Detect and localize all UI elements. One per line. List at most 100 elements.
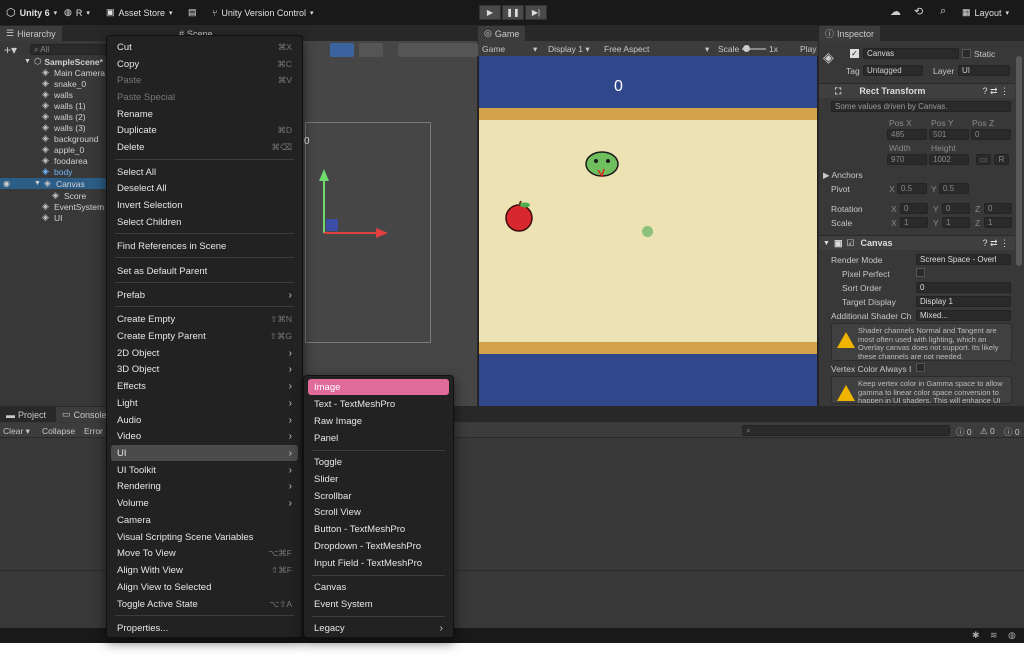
- submenu-item-button-tmp[interactable]: Button - TextMeshPro: [308, 521, 449, 537]
- list-item[interactable]: ◈ walls (1): [42, 100, 86, 111]
- menu-item-ui[interactable]: UI ›: [111, 445, 298, 461]
- grid-toggle[interactable]: [359, 43, 383, 57]
- error-pause-button[interactable]: Error: [84, 426, 103, 436]
- submenu-item-toggle[interactable]: Toggle: [308, 454, 449, 470]
- clear-button[interactable]: Clear ▾: [3, 426, 30, 437]
- component-menu-icon[interactable]: ? ⇄ ⋮: [982, 86, 1009, 97]
- pivot-x-field[interactable]: 0.5: [897, 183, 927, 194]
- pause-button[interactable]: ❚❚: [502, 5, 524, 20]
- list-item[interactable]: ◈ walls: [42, 89, 73, 100]
- version-control-button[interactable]: ⑂ Unity Version Control ▾: [212, 4, 313, 21]
- menu-item-select-all[interactable]: Select All: [111, 164, 298, 180]
- menu-item-move-to-view[interactable]: Move To View ⌥⌘F: [111, 545, 298, 561]
- pixel-perfect-checkbox[interactable]: [916, 268, 925, 277]
- list-item[interactable]: ◈ foodarea: [42, 155, 88, 166]
- component-menu-icon[interactable]: ? ⇄ ⋮: [982, 238, 1009, 249]
- width-field[interactable]: 970: [887, 154, 927, 165]
- pivot-y-field[interactable]: 0.5: [939, 183, 969, 194]
- pos-z-field[interactable]: 0: [971, 129, 1011, 140]
- list-item[interactable]: ◈ apple_0: [42, 144, 84, 155]
- active-checkbox[interactable]: ✓: [850, 49, 859, 58]
- menu-item-audio[interactable]: Audio ›: [111, 412, 298, 428]
- list-item[interactable]: ◈ UI: [42, 212, 63, 223]
- submenu-item-panel[interactable]: Panel: [308, 430, 449, 446]
- step-button[interactable]: ▶|: [525, 5, 547, 20]
- game-mode-dropdown[interactable]: Game: [482, 44, 505, 54]
- menu-item-invert-selection[interactable]: Invert Selection: [111, 197, 298, 213]
- tab-game[interactable]: ◎ Game: [478, 26, 526, 41]
- scale-x-field[interactable]: 1: [900, 217, 928, 228]
- search-icon[interactable]: ⌕: [940, 5, 946, 18]
- tag-dropdown[interactable]: Untagged: [863, 65, 923, 76]
- layer-dropdown[interactable]: UI: [958, 65, 1010, 76]
- bug-icon[interactable]: ✱: [972, 630, 980, 641]
- play-focus-dropdown[interactable]: Play: [800, 44, 817, 54]
- menu-item-rename[interactable]: Rename: [111, 106, 298, 122]
- menu-item-delete[interactable]: Delete ⌘⌫: [111, 139, 298, 155]
- raw-edit-button[interactable]: R: [994, 154, 1009, 165]
- layers-icon[interactable]: ≋: [990, 630, 998, 641]
- submenu-item-raw-image[interactable]: Raw Image: [308, 413, 449, 429]
- asset-store-button[interactable]: ▣ Asset Store ▾: [106, 4, 173, 21]
- menu-item-effects[interactable]: Effects ›: [111, 378, 298, 394]
- move-gizmo[interactable]: [300, 165, 395, 245]
- scale-slider-thumb[interactable]: [743, 45, 750, 52]
- menu-item-volume[interactable]: Volume ›: [111, 495, 298, 511]
- anchors-foldout[interactable]: ▶ Anchors: [823, 170, 863, 181]
- visibility-toggle[interactable]: ◉: [3, 178, 10, 189]
- menu-item-ui-toolkit[interactable]: UI Toolkit ›: [111, 462, 298, 478]
- tab-inspector[interactable]: ⓘ Inspector: [819, 26, 881, 41]
- submenu-item-image[interactable]: Image: [308, 379, 449, 395]
- list-item[interactable]: ◈ walls (3): [42, 122, 86, 133]
- enabled-checkbox[interactable]: ☑: [846, 238, 854, 249]
- display-dropdown[interactable]: Display 1 ▾: [548, 44, 590, 55]
- static-checkbox[interactable]: [962, 49, 971, 58]
- sort-order-field[interactable]: 0: [916, 282, 1011, 293]
- tab-project[interactable]: ▬ Project: [0, 407, 52, 422]
- console-search-input[interactable]: ⌕: [742, 425, 950, 436]
- pos-x-field[interactable]: 485: [887, 129, 927, 140]
- list-item[interactable]: ◈ snake_0: [42, 78, 86, 89]
- list-item[interactable]: ◈ walls (2): [42, 111, 86, 122]
- menu-item-align-view-to-selected[interactable]: Align View to Selected: [111, 579, 298, 595]
- collapse-button[interactable]: Collapse: [42, 426, 75, 436]
- menu-item-create-empty-parent[interactable]: Create Empty Parent ⇧⌘G: [111, 328, 298, 344]
- aspect-dropdown[interactable]: Free Aspect: [604, 44, 649, 54]
- menu-item-toggle-active[interactable]: Toggle Active State ⌥⇧A: [111, 596, 298, 612]
- menu-item-duplicate[interactable]: Duplicate ⌘D: [111, 122, 298, 138]
- rot-z-field[interactable]: 0: [984, 203, 1012, 214]
- add-icon[interactable]: +▾: [4, 43, 17, 57]
- submenu-item-dropdown-tmp[interactable]: Dropdown - TextMeshPro: [308, 538, 449, 554]
- menu-item-3d-object[interactable]: 3D Object ›: [111, 361, 298, 377]
- account-button[interactable]: ◍ R ▾: [64, 4, 90, 21]
- pos-y-field[interactable]: 501: [929, 129, 969, 140]
- rot-y-field[interactable]: 0: [942, 203, 970, 214]
- inspector-scrollbar[interactable]: [1016, 56, 1022, 266]
- cloud-icon[interactable]: ☁: [890, 5, 901, 18]
- vertex-color-checkbox[interactable]: [916, 363, 925, 372]
- scene-root[interactable]: ▼ ⬡ SampleScene*: [24, 56, 103, 67]
- list-item[interactable]: ◈ background: [42, 133, 98, 144]
- rect-transform-header[interactable]: ⛶ Rect Transform ? ⇄ ⋮: [819, 83, 1015, 98]
- tab-hierarchy[interactable]: ☰ Hierarchy: [0, 26, 62, 41]
- shading-toolbar[interactable]: [398, 43, 478, 57]
- error-count[interactable]: ⓘ 0: [1004, 426, 1020, 438]
- canvas-component-header[interactable]: ▼ ▣ ☑ Canvas ? ⇄ ⋮: [819, 235, 1015, 250]
- menu-item-visual-scripting[interactable]: Visual Scripting Scene Variables: [111, 529, 298, 545]
- hierarchy-search-input[interactable]: ⌕ All: [30, 44, 108, 55]
- list-item[interactable]: ◈ Score: [52, 190, 86, 201]
- scale-y-field[interactable]: 1: [942, 217, 970, 228]
- history-icon[interactable]: ⟲: [914, 5, 923, 18]
- submenu-item-text-tmp[interactable]: Text - TextMeshPro: [308, 396, 449, 412]
- layout-dropdown[interactable]: ▦ Layout ▾: [962, 4, 1009, 21]
- submenu-item-scrollbar[interactable]: Scrollbar: [308, 488, 449, 504]
- menu-item-camera[interactable]: Camera: [111, 512, 298, 528]
- info-count[interactable]: ⓘ 0: [956, 426, 972, 438]
- play-button[interactable]: ▶: [479, 5, 501, 20]
- list-item[interactable]: ◈ EventSystem: [42, 201, 104, 212]
- blueprint-mode-button[interactable]: ▭: [976, 154, 991, 165]
- menu-item-2d-object[interactable]: 2D Object ›: [111, 345, 298, 361]
- target-display-dropdown[interactable]: Display 1: [916, 296, 1011, 307]
- menu-item-light[interactable]: Light ›: [111, 395, 298, 411]
- menu-item-paste-special[interactable]: Paste Special: [111, 89, 298, 105]
